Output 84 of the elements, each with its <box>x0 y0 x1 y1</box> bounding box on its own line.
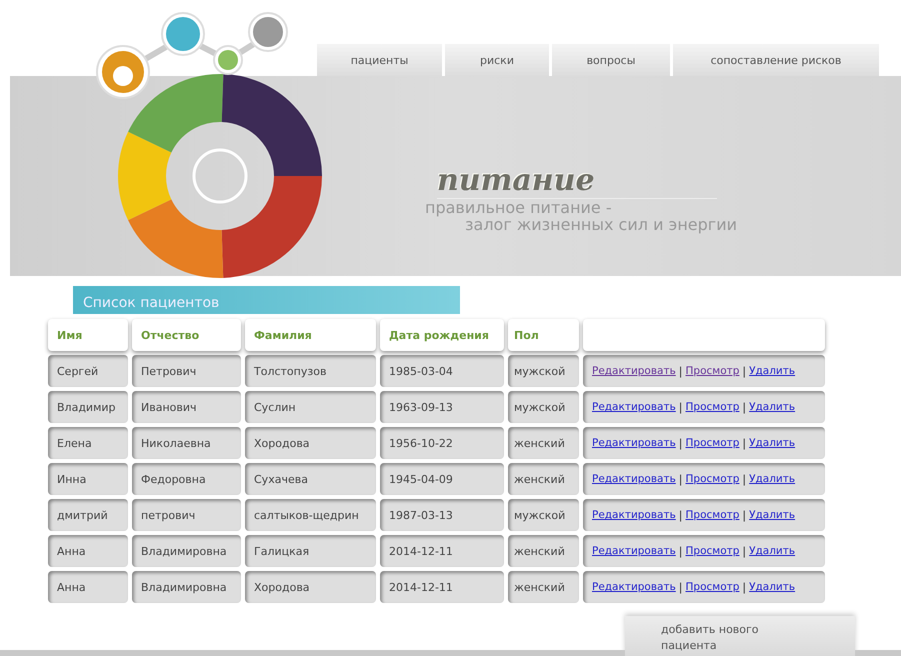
table-cell: Толстопузов <box>245 355 376 387</box>
table-cell: женский <box>508 463 579 495</box>
add-patient-button[interactable]: добавить нового пациента <box>625 616 855 656</box>
action-link[interactable]: Просмотр <box>686 581 740 593</box>
nav-tab[interactable]: вопросы <box>552 44 670 76</box>
column-header: Пол <box>508 319 579 351</box>
action-link[interactable]: Редактировать <box>592 437 676 449</box>
table-cell: женский <box>508 535 579 567</box>
table-cell: женский <box>508 571 579 603</box>
link-separator: | <box>678 400 683 414</box>
table-cell: Федоровна <box>132 463 241 495</box>
table-cell: Владимировна <box>132 535 241 567</box>
table-cell: дмитрий <box>48 499 128 531</box>
table-cell: мужской <box>508 499 579 531</box>
action-link[interactable]: Редактировать <box>592 365 676 377</box>
table-cell: Анна <box>48 535 128 567</box>
action-link[interactable]: Удалить <box>749 365 796 377</box>
link-separator: | <box>742 436 746 450</box>
action-link[interactable]: Просмотр <box>686 365 740 377</box>
action-link[interactable]: Удалить <box>749 401 796 413</box>
action-link[interactable]: Редактировать <box>592 581 676 593</box>
link-separator: | <box>678 472 683 486</box>
table-cell: Сергей <box>48 355 128 387</box>
table-cell: мужской <box>508 391 579 423</box>
column-header: Отчество <box>132 319 241 351</box>
link-separator: | <box>742 508 746 522</box>
table-cell: мужской <box>508 355 579 387</box>
table-cell: Иванович <box>132 391 241 423</box>
table-cell: 2014-12-11 <box>380 535 504 567</box>
link-separator: | <box>678 544 683 558</box>
table-cell: 1987-03-13 <box>380 499 504 531</box>
column-header: Имя <box>48 319 128 351</box>
table-cell: Николаевна <box>132 427 241 459</box>
nav-tab[interactable]: риски <box>445 44 549 76</box>
action-link[interactable]: Удалить <box>749 509 796 521</box>
table-cell: Хородова <box>245 427 376 459</box>
table-cell: Суслин <box>245 391 376 423</box>
table-cell: салтыков-щедрин <box>245 499 376 531</box>
action-link[interactable]: Удалить <box>749 581 796 593</box>
table-cell: 1956-10-22 <box>380 427 504 459</box>
action-link[interactable]: Редактировать <box>592 545 676 557</box>
table-cell: 1985-03-04 <box>380 355 504 387</box>
action-link[interactable]: Просмотр <box>686 401 740 413</box>
action-link[interactable]: Редактировать <box>592 473 676 485</box>
table-cell: Галицкая <box>245 535 376 567</box>
action-link[interactable]: Просмотр <box>686 473 740 485</box>
table-cell: петрович <box>132 499 241 531</box>
table-cell: Хородова <box>245 571 376 603</box>
banner-title: питание <box>437 164 717 199</box>
section-title: Список пациентов <box>73 286 460 314</box>
link-separator: | <box>742 580 746 594</box>
column-header: Дата рождения <box>380 319 504 351</box>
action-link[interactable]: Просмотр <box>686 437 740 449</box>
table-cell: Сухачева <box>245 463 376 495</box>
link-separator: | <box>678 580 683 594</box>
table-cell: 1963-09-13 <box>380 391 504 423</box>
action-link[interactable]: Редактировать <box>592 509 676 521</box>
table-cell: Елена <box>48 427 128 459</box>
banner-subtitle: правильное питание - <box>425 199 613 216</box>
action-link[interactable]: Просмотр <box>686 509 740 521</box>
banner-subtitle: залог жизненных сил и энергии <box>465 216 737 233</box>
table-cell: Владимировна <box>132 571 241 603</box>
table-cell: Анна <box>48 571 128 603</box>
link-separator: | <box>742 472 746 486</box>
link-separator: | <box>742 364 746 378</box>
table-cell: Владимир <box>48 391 128 423</box>
table-cell: женский <box>508 427 579 459</box>
link-separator: | <box>742 544 746 558</box>
action-link[interactable]: Удалить <box>749 473 796 485</box>
nav-tab[interactable]: пациенты <box>317 44 442 76</box>
action-link[interactable]: Удалить <box>749 545 796 557</box>
table-cell: 1945-04-09 <box>380 463 504 495</box>
link-separator: | <box>742 400 746 414</box>
table-cell: Петрович <box>132 355 241 387</box>
link-separator: | <box>678 508 683 522</box>
column-header: Фамилия <box>245 319 376 351</box>
table-cell: Инна <box>48 463 128 495</box>
nav-tab[interactable]: сопоставление рисков <box>673 44 879 76</box>
table-cell: 2014-12-11 <box>380 571 504 603</box>
link-separator: | <box>678 436 683 450</box>
action-link[interactable]: Редактировать <box>592 401 676 413</box>
action-link[interactable]: Просмотр <box>686 545 740 557</box>
link-separator: | <box>678 364 683 378</box>
action-link[interactable]: Удалить <box>749 437 796 449</box>
